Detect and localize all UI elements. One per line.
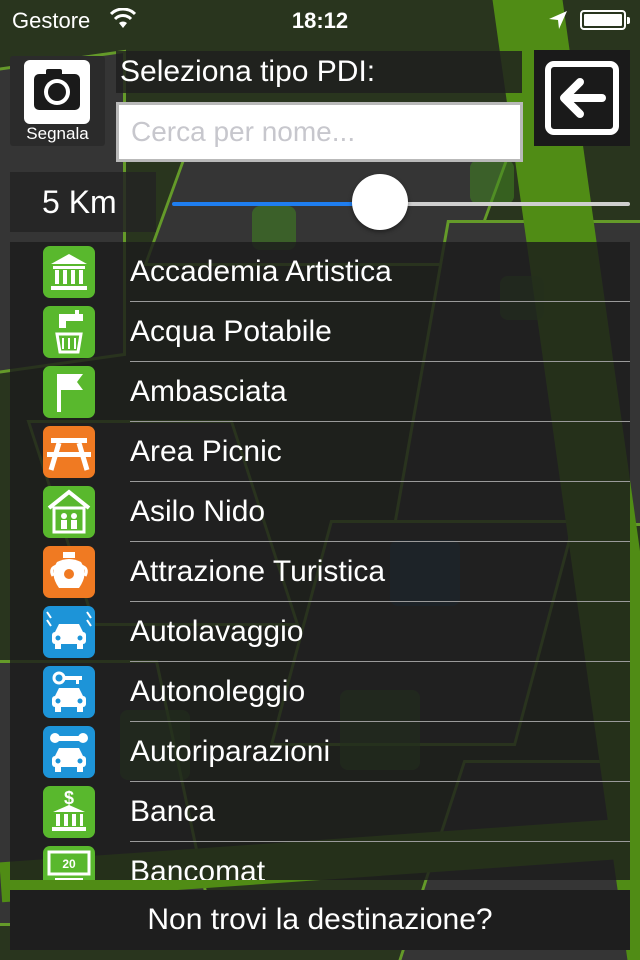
list-item[interactable]: Autolavaggio [10,602,630,662]
report-camera-button[interactable]: Segnala [10,56,105,146]
destination-not-found-button[interactable]: Non trovi la destinazione? [10,890,630,950]
list-item[interactable]: Acqua Potabile [10,302,630,362]
museum-icon [43,246,95,298]
list-item[interactable]: Area Picnic [10,422,630,482]
list-item-label: Bancomat [130,842,630,880]
list-item-label: Attrazione Turistica [130,542,630,602]
list-item-label: Asilo Nido [130,482,630,542]
location-arrow-icon [549,11,567,29]
list-item-label: Accademia Artistica [130,242,630,302]
list-item[interactable]: $ Banca [10,782,630,842]
battery-icon [580,10,630,30]
svg-text:20: 20 [62,857,76,871]
car-wash-icon [43,606,95,658]
poi-type-list[interactable]: Accademia Artistica Acqua Potabile Ambas… [10,242,630,880]
camera-icon [24,60,90,124]
back-button[interactable] [534,50,630,146]
list-item[interactable]: 20 Bancomat [10,842,630,880]
clock-time: 18:12 [291,8,349,33]
list-item-label: Area Picnic [130,422,630,482]
vase-icon [43,546,95,598]
distance-value: 5 Km [10,172,156,232]
status-bar: Gestore 18:12 [0,0,640,40]
list-item-label: Autoriparazioni [130,722,630,782]
car-repair-icon [43,726,95,778]
poi-type-title: Seleziona tipo PDI: [116,51,522,93]
nursery-house-icon [43,486,95,538]
flag-icon [43,366,95,418]
bank-icon: $ [43,786,95,838]
slider-track-empty [378,202,630,206]
list-item[interactable]: Autonoleggio [10,662,630,722]
list-item-label: Autolavaggio [130,602,630,662]
list-item-label: Acqua Potabile [130,302,630,362]
list-item[interactable]: Asilo Nido [10,482,630,542]
list-item[interactable]: Attrazione Turistica [10,542,630,602]
slider-thumb[interactable] [352,174,408,230]
water-tap-icon [43,306,95,358]
list-item-label: Banca [130,782,630,842]
report-label: Segnala [26,124,89,143]
distance-slider[interactable] [172,174,630,230]
list-item[interactable]: Accademia Artistica [10,242,630,302]
slider-track-filled [172,202,378,206]
picnic-table-icon [43,426,95,478]
atm-icon: 20 [43,846,95,880]
car-rental-icon [43,666,95,718]
list-item[interactable]: Autoriparazioni [10,722,630,782]
search-input[interactable]: Cerca per nome... [116,102,523,162]
list-item-label: Autonoleggio [130,662,630,722]
list-item-label: Ambasciata [130,362,630,422]
arrow-left-icon [545,61,619,135]
list-item[interactable]: Ambasciata [10,362,630,422]
